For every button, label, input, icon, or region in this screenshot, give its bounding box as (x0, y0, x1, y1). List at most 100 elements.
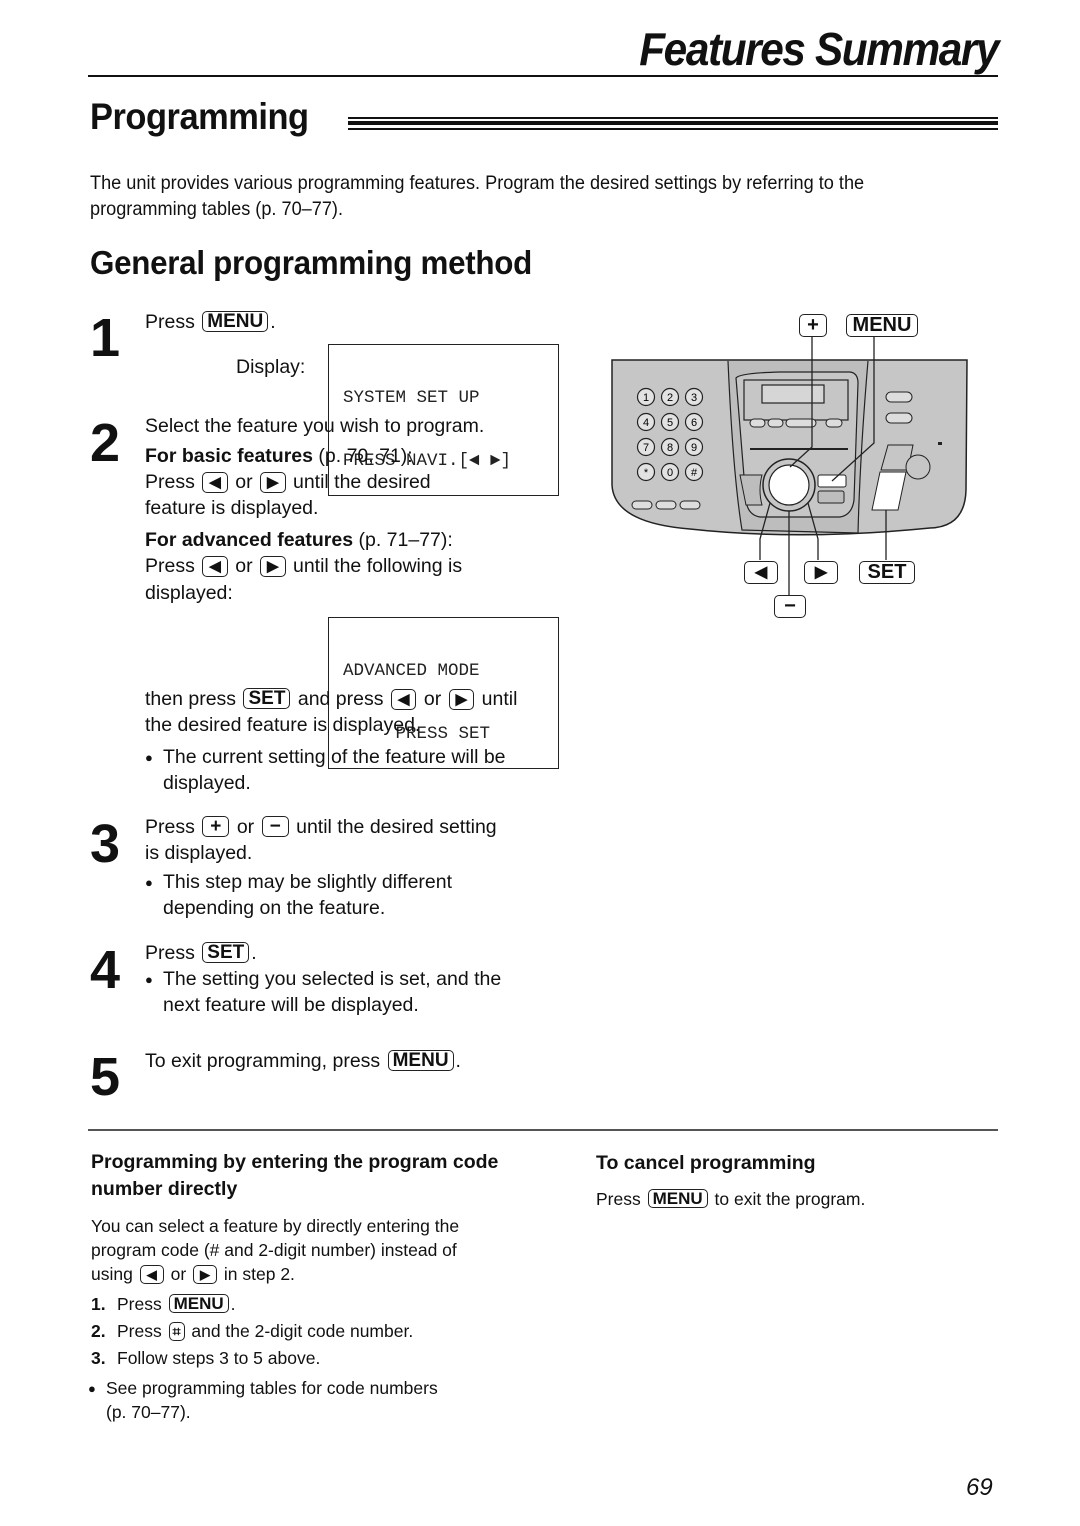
body-text: in step 2. (223, 1264, 295, 1284)
keypad-button-label: 3 (691, 392, 697, 404)
body-text: using (91, 1264, 133, 1284)
keypad-button-label: 8 (667, 442, 673, 454)
menu-key-label: MENU (846, 314, 918, 337)
intro-paragraph: The unit provides various programming fe… (90, 170, 927, 222)
advanced-features-instruction: Press ◀ or ▶ until the following is (145, 553, 462, 579)
step-number: 2 (90, 413, 121, 473)
step-number: 5 (90, 1047, 121, 1107)
list-number: 1. (91, 1294, 106, 1314)
step-number: 3 (90, 814, 121, 874)
advanced-features-line2: displayed: (145, 582, 233, 604)
body-text: to exit the program. (714, 1189, 866, 1209)
step-2-note: The current setting of the feature will … (145, 744, 506, 796)
keypad-button-label: 1 (643, 392, 649, 404)
basic-features-line2: feature is displayed. (145, 497, 319, 519)
page-reference: (p. 70, 71): (312, 445, 413, 467)
list-item: 1. Press MENU. (91, 1292, 413, 1316)
control-panel-illustration: 1 2 3 4 5 6 7 8 9 * 0 # (611, 337, 968, 595)
direct-entry-body: You can select a feature by directly ent… (91, 1214, 459, 1286)
right-arrow-key: ▶ (448, 689, 475, 710)
step-text: until the following is (292, 555, 463, 577)
right-arrow-key: ▶ (260, 556, 286, 577)
step-text: then press (145, 688, 237, 710)
step-text: Press (145, 555, 195, 577)
round-button (905, 454, 931, 480)
left-arrow-key-label: ◀ (744, 561, 778, 584)
step-text: or (235, 471, 253, 493)
step-text: or (423, 688, 442, 710)
cancel-heading: To cancel programming (596, 1152, 816, 1174)
navigator-key (768, 464, 810, 506)
menu-key: MENU (202, 311, 269, 332)
step-2-line: Select the feature you wish to program. (145, 415, 485, 437)
basic-features-instruction: Press ◀ or ▶ until the desired (145, 469, 431, 495)
advanced-features-label: For advanced features (145, 529, 354, 551)
note-line: next feature will be displayed. (163, 994, 419, 1016)
keypad-button-label: 2 (667, 392, 673, 404)
step-3-line2: is displayed. (145, 842, 253, 864)
heading-line: Programming by entering the program code (91, 1151, 499, 1173)
basic-features-label: For basic features (145, 445, 313, 467)
list-number: 3. (91, 1348, 106, 1368)
menu-key: MENU (647, 1189, 708, 1208)
note-line: The setting you selected is set, and the (163, 968, 502, 990)
direct-entry-list: 1. Press MENU. 2. Press ⌗ and the 2-digit … (91, 1292, 413, 1370)
heading-line: number directly (91, 1178, 238, 1200)
step-text: or (235, 555, 253, 577)
step-text: until the desired (292, 471, 431, 493)
direct-entry-note: See programming tables for code numbers … (88, 1376, 438, 1424)
direct-entry-heading: Programming by entering the program code… (91, 1149, 498, 1203)
keypad-button-label: 7 (643, 442, 649, 454)
step-4-note: The setting you selected is set, and the… (145, 966, 502, 1018)
set-key-label: SET (859, 561, 915, 584)
right-arrow-key-label: ▶ (804, 561, 838, 584)
then-press-line2: the desired feature is displayed. (145, 714, 421, 736)
list-text: Follow steps 3 to 5 above. (117, 1348, 321, 1368)
running-header-title: Features Summary (639, 23, 999, 75)
right-arrow-key: ▶ (193, 1265, 218, 1284)
page-reference: (p. 71–77): (353, 529, 453, 551)
step-text: until (481, 688, 518, 710)
plus-key: + (202, 816, 230, 837)
keypad-button-label: 4 (643, 417, 649, 429)
section-title: Programming (90, 96, 309, 137)
body-line: using ◀ or ▶ in step 2. (91, 1262, 459, 1286)
keypad-button-label: * (644, 467, 649, 479)
right-key (885, 391, 913, 403)
body-text: Press (596, 1189, 641, 1209)
intro-line: programming tables (p. 70–77). (90, 198, 344, 220)
keypad-button-label: 5 (667, 417, 673, 429)
set-key: SET (202, 942, 250, 963)
body-line: You can select a feature by directly ent… (91, 1216, 460, 1236)
menu-key: MENU (387, 1050, 454, 1071)
list-item: 3. Follow steps 3 to 5 above. (91, 1346, 413, 1370)
hash-key: ⌗ (168, 1322, 185, 1341)
note-line: This step may be slightly different (163, 871, 453, 893)
function-key (767, 418, 784, 428)
list-text: and the 2-digit code number. (191, 1321, 414, 1341)
bottom-key (679, 500, 701, 510)
note-line: (p. 70–77). (106, 1402, 191, 1422)
step-text: Press (145, 942, 195, 964)
list-text: . (230, 1294, 236, 1314)
bottom-key (631, 500, 653, 510)
lcd-window (761, 384, 825, 404)
lcd-line: SYSTEM SET UP (343, 388, 480, 408)
function-key (749, 418, 766, 428)
list-text: Press (117, 1294, 162, 1314)
cancel-instruction: Press MENU to exit the program. (596, 1187, 865, 1211)
keypad-button-label: # (691, 467, 698, 479)
body-line: program code (# and 2-digit number) inst… (91, 1240, 457, 1260)
note-line: The current setting of the feature will … (163, 746, 506, 768)
plus-key-label: + (799, 314, 827, 337)
section-divider (88, 1129, 998, 1131)
step-text: until the desired setting (296, 816, 497, 838)
display-label: Display: (236, 356, 306, 378)
step-text: Press (145, 311, 195, 333)
step-number: 1 (90, 308, 121, 368)
list-number: 2. (91, 1321, 106, 1341)
step-text: Press (145, 816, 195, 838)
step-3-instruction: Press + or − until the desired setting (145, 814, 497, 840)
step-4-instruction: Press SET. (145, 942, 257, 964)
set-key: SET (243, 688, 291, 709)
